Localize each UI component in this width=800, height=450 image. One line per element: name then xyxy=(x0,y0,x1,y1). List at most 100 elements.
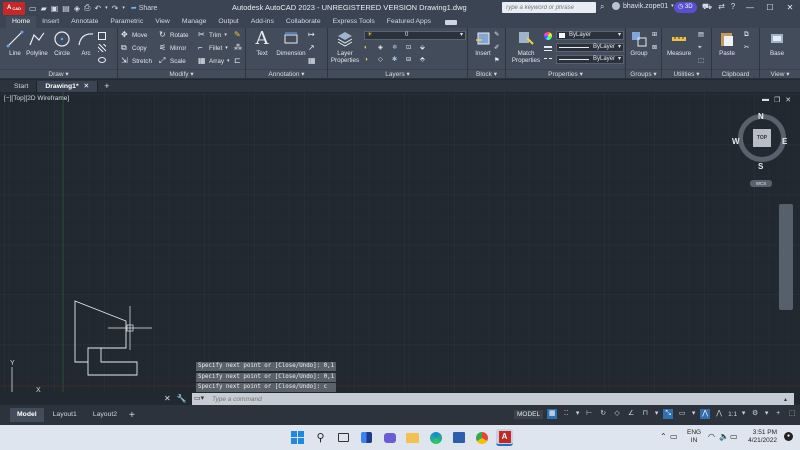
quick-calc-tool[interactable]: ▤ xyxy=(698,30,706,40)
plus-icon[interactable]: + xyxy=(773,409,783,419)
arc-tool[interactable]: Arc xyxy=(73,30,99,57)
file-tab-drawing1[interactable]: Drawing1* ✕ xyxy=(37,81,99,92)
badge-3d[interactable]: ◷ 3D xyxy=(674,2,697,13)
layer-unisolate-icon[interactable]: ◇ xyxy=(378,56,386,64)
copy-clip-tool[interactable]: ✂ xyxy=(744,43,752,53)
linear-dim-tool[interactable]: ↦ xyxy=(308,30,316,40)
tab-manage[interactable]: Manage xyxy=(176,16,213,28)
chrome-button[interactable] xyxy=(473,429,490,446)
ribbon-minimize-toggle[interactable] xyxy=(445,19,458,25)
id-point-tool[interactable]: ⌖ xyxy=(698,43,706,53)
layers-panel-title[interactable]: Layers ▾ xyxy=(328,69,467,79)
cart-icon[interactable]: ⛟ xyxy=(702,2,712,12)
widgets-button[interactable] xyxy=(358,429,375,446)
close-tab-icon[interactable]: ✕ xyxy=(84,83,90,90)
redo-icon[interactable]: ↷ xyxy=(112,4,119,13)
layer-unlock-icon[interactable]: ⊟ xyxy=(406,56,414,64)
tab-featured-apps[interactable]: Featured Apps xyxy=(381,16,437,28)
windows-start-button[interactable] xyxy=(289,429,306,446)
new-tab-button[interactable]: + xyxy=(98,81,115,92)
rectangle-tool[interactable] xyxy=(98,31,106,41)
offset-tool[interactable]: ⊏ xyxy=(234,56,242,66)
stretch-tool[interactable]: ⇲ Stretch xyxy=(121,56,152,66)
layout-tab-layout2[interactable]: Layout2 xyxy=(86,408,124,422)
command-history-toggle-icon[interactable]: ▴ xyxy=(784,396,794,403)
layer-isolate-icon[interactable]: ◈ xyxy=(378,44,386,52)
group-tool[interactable]: Group xyxy=(626,30,652,57)
layer-match-icon[interactable]: ⬙ xyxy=(420,44,428,52)
clock[interactable]: 3:51 PM 4/21/2022 xyxy=(747,429,777,445)
linetype-icon-btn[interactable] xyxy=(544,55,552,65)
drawing-canvas[interactable]: Y X TOP N S W E WCS xyxy=(0,92,800,392)
view-panel-title[interactable]: View ▾ xyxy=(760,69,800,79)
dimension-tool[interactable]: Dimension xyxy=(276,30,306,57)
viewport-controls-label[interactable]: [−][Top][2D Wireframe] xyxy=(4,95,69,102)
compass-south[interactable]: S xyxy=(758,162,763,171)
tab-parametric[interactable]: Parametric xyxy=(104,16,149,28)
isolate-objects-icon[interactable]: ⬚ xyxy=(787,409,797,419)
cut-tool[interactable]: ⧉ xyxy=(744,30,752,40)
tab-output[interactable]: Output xyxy=(212,16,244,28)
auto-scale-icon[interactable]: ⋀ xyxy=(714,409,724,419)
erase-tool[interactable]: ✎ xyxy=(234,30,242,40)
viewcube-top-face[interactable]: TOP xyxy=(753,129,771,147)
base-view-tool[interactable]: Base xyxy=(764,30,790,57)
leader-tool[interactable]: ↗ xyxy=(308,43,316,53)
model-space-toggle[interactable]: MODEL xyxy=(514,409,544,419)
text-tool[interactable]: A Text xyxy=(249,30,275,58)
selection-dropdown-icon[interactable]: ▾ xyxy=(691,409,696,419)
grid-toggle-icon[interactable]: ▦ xyxy=(547,409,558,419)
open-folder-icon[interactable]: ▰ xyxy=(41,4,47,13)
tab-view[interactable]: View xyxy=(149,16,176,28)
lineweight-dropdown[interactable]: ByLayer ▾ xyxy=(556,43,624,52)
layer-thaw-icon[interactable]: ✱ xyxy=(392,56,400,64)
store-button[interactable] xyxy=(450,429,467,446)
ellipse-tool[interactable] xyxy=(98,55,106,65)
taskbar-search-button[interactable]: ⚲ xyxy=(312,429,329,446)
language-indicator[interactable]: ENG IN xyxy=(687,429,701,445)
tab-express-tools[interactable]: Express Tools xyxy=(327,16,381,28)
layout-tab-model[interactable]: Model xyxy=(10,408,44,422)
utilities-panel-title[interactable]: Utilities ▾ xyxy=(662,69,711,79)
user-account-button[interactable]: bhavik.zope01 ▾ xyxy=(612,2,674,10)
save-as-icon[interactable]: ▤ xyxy=(62,4,70,13)
snap-toggle-icon[interactable]: ⁚⁚ xyxy=(561,409,571,419)
polar-tracking-icon[interactable]: ↻ xyxy=(598,409,608,419)
tab-annotate[interactable]: Annotate xyxy=(65,16,104,28)
layer-off-icon[interactable]: ◐ xyxy=(364,44,372,52)
maximize-icon[interactable]: ☐ xyxy=(760,0,780,16)
array-tool[interactable]: ▦ Array ▾ xyxy=(198,56,230,66)
autocad-taskbar-button[interactable]: A xyxy=(496,429,513,446)
trim-tool[interactable]: ✂ Trim ▾ xyxy=(198,30,227,40)
select-all-tool[interactable]: ⬚ xyxy=(698,56,706,66)
tab-insert[interactable]: Insert xyxy=(36,16,65,28)
print-icon[interactable]: ⎙ xyxy=(84,3,90,13)
match-properties-tool[interactable]: Match Properties xyxy=(510,30,542,64)
task-view-button[interactable] xyxy=(335,429,352,446)
ungroup-tool[interactable]: ⊞ xyxy=(652,30,660,40)
help-search-input[interactable] xyxy=(502,2,596,13)
search-icon[interactable]: ⌕ xyxy=(600,2,604,12)
measure-tool[interactable]: Measure xyxy=(666,30,692,57)
layer-properties-tool[interactable]: Layer Properties xyxy=(330,30,360,64)
command-customize-icon[interactable]: 🔧 xyxy=(177,394,187,403)
hatch-tool[interactable] xyxy=(98,43,106,53)
annotation-visibility-icon[interactable]: ⋀ xyxy=(700,409,711,419)
undo-icon[interactable]: ↶ xyxy=(94,4,101,13)
help-icon[interactable]: ? xyxy=(731,2,735,12)
compass-north[interactable]: N xyxy=(758,112,764,121)
compass-west[interactable]: W xyxy=(732,137,740,146)
teams-chat-button[interactable] xyxy=(381,429,398,446)
draw-panel-title[interactable]: Draw ▾ xyxy=(0,69,117,79)
polyline-tool[interactable]: Polyline xyxy=(24,30,50,57)
color-picker-icon-btn[interactable] xyxy=(544,31,552,41)
share-button[interactable]: ➦ Share xyxy=(131,4,158,13)
annotation-scale-value[interactable]: 1:1 xyxy=(728,411,737,418)
viewcube[interactable]: TOP xyxy=(738,114,786,162)
insert-block-tool[interactable]: Insert xyxy=(470,30,496,57)
wcs-menu-button[interactable]: WCS xyxy=(750,180,772,187)
create-block-tool[interactable]: ✎ xyxy=(494,30,502,40)
viewport-close-icon[interactable]: ✕ xyxy=(785,96,791,104)
show-hidden-icons[interactable]: ⌃ xyxy=(660,432,667,441)
layer-freeze-icon[interactable]: ❄ xyxy=(392,44,400,52)
